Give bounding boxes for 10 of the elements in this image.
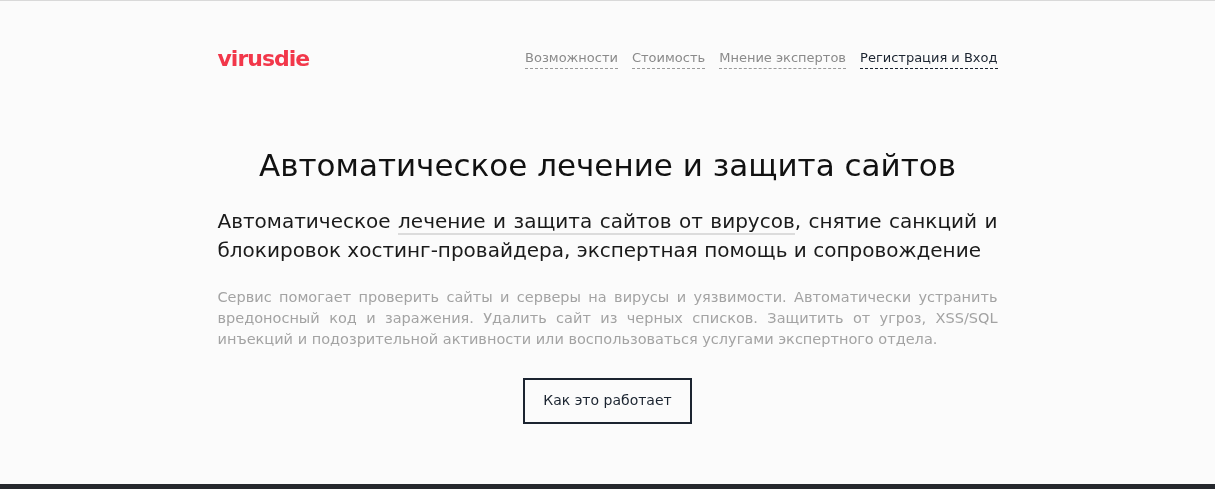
how-it-works-button[interactable]: Как это работает: [523, 377, 692, 424]
description: Сервис помогает проверить сайты и серверы на вирусы и уязвимости. Автоматически устранить вредоносный код и заражения. Удалить сайт из черных списков. Защитить от угроз, XSS/SQL инъекций и подозрительной активности или воспользоваться услугами экспертного отдела.: [217, 287, 998, 349]
nav-link[interactable]: Возможности: [525, 48, 618, 69]
subtitle-link[interactable]: лечение и защита сайтов от вирусов: [398, 208, 795, 235]
subtitle: Автоматическое лечение и защита сайтов от вирусов, снятие санкций и блокировок хостинг-провайдера, экспертная помощь и сопровождение: [217, 207, 998, 264]
nav-link[interactable]: Стоимость: [631, 48, 706, 69]
nav-link[interactable]: Регистрация и Вход: [860, 48, 998, 69]
nav-link[interactable]: Мнение экспертов: [719, 48, 847, 69]
logo[interactable]: virusdie: [217, 47, 310, 70]
page-heading: Автоматическое лечение и защита сайтов: [258, 146, 957, 185]
